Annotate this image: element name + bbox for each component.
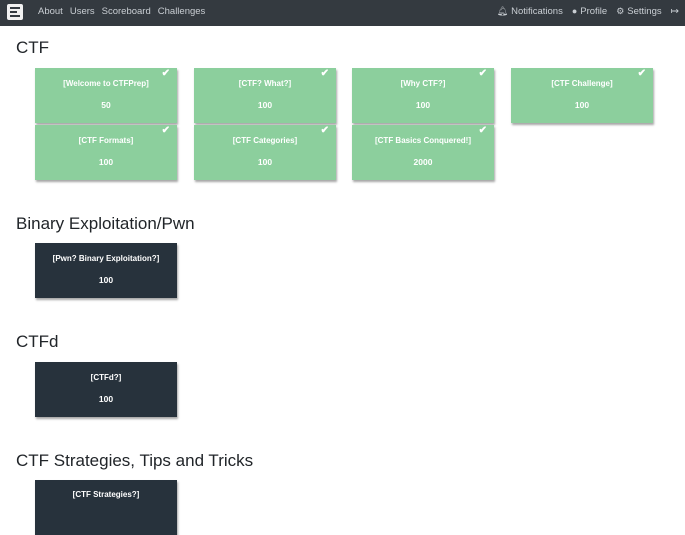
challenge-value: 100	[98, 394, 114, 404]
challenge-tile[interactable]: ✔ [CTF Challenge] 100	[511, 68, 653, 123]
section-title-strategies: CTF Strategies, Tips and Tricks	[16, 451, 254, 470]
challenge-name: [CTF Strategies?]	[72, 490, 140, 499]
check-icon: ✔	[161, 68, 170, 79]
ctfd-logo-icon[interactable]	[7, 4, 23, 20]
challenge-tile[interactable]: ✔ [CTF Formats] 100	[35, 125, 177, 180]
gears-icon: ⚙	[616, 5, 625, 16]
nav-link-about[interactable]: About	[38, 6, 63, 17]
section-title-pwn: Binary Exploitation/Pwn	[16, 214, 195, 233]
challenge-value: 100	[415, 100, 431, 110]
nav-link-challenges[interactable]: Challenges	[158, 6, 206, 17]
challenge-value: 100	[257, 100, 273, 110]
challenge-value: 2000	[413, 157, 433, 167]
check-icon: ✔	[478, 68, 487, 79]
challenge-name: [CTF Challenge]	[551, 79, 613, 88]
nav-link-users[interactable]: Users	[70, 6, 95, 17]
challenge-tile[interactable]: ✔ [CTF Categories] 100	[194, 125, 336, 180]
challenge-name: [CTF? What?]	[238, 79, 292, 88]
challenge-name: [Pwn? Binary Exploitation?]	[52, 254, 160, 263]
nav-links: About Users Scoreboard Challenges	[38, 0, 212, 22]
challenge-tile[interactable]: ✔ [Why CTF?] 100	[352, 68, 494, 123]
check-icon: ✔	[320, 68, 329, 79]
challenge-value: 50	[101, 100, 111, 110]
challenge-tile[interactable]: [CTF Strategies?]	[35, 480, 177, 535]
check-icon: ✔	[320, 125, 329, 136]
nav-link-scoreboard[interactable]: Scoreboard	[102, 6, 151, 17]
challenge-name: [CTF Basics Conquered!]	[374, 136, 471, 145]
check-icon: ✔	[478, 125, 487, 136]
nav-notifications-label: Notifications	[511, 5, 563, 17]
top-navbar: About Users Scoreboard Challenges 🔔︎ Not…	[0, 0, 685, 26]
nav-settings[interactable]: ⚙ Settings	[616, 6, 661, 17]
nav-settings-label: Settings	[627, 5, 662, 17]
nav-right: 🔔︎ Notifications ● Profile ⚙ Settings ↦	[488, 0, 679, 22]
section-title-ctf: CTF	[16, 38, 50, 57]
challenge-value: 100	[574, 100, 590, 110]
challenge-tile[interactable]: [CTFd?] 100	[35, 362, 177, 417]
challenge-value: 100	[257, 157, 273, 167]
challenge-tile[interactable]: [Pwn? Binary Exploitation?] 100	[35, 243, 177, 298]
challenge-tile[interactable]: ✔ [Welcome to CTFPrep] 50	[35, 68, 177, 123]
challenge-name: [Welcome to CTFPrep]	[63, 79, 149, 88]
challenge-name: [CTF Formats]	[78, 136, 134, 145]
nav-profile[interactable]: ● Profile	[572, 6, 607, 17]
challenge-tile[interactable]: ✔ [CTF Basics Conquered!] 2000	[352, 125, 494, 180]
challenge-value: 100	[98, 157, 114, 167]
user-circle-icon: ●	[571, 5, 578, 16]
sign-out-icon[interactable]: ↦	[671, 6, 679, 17]
challenge-name: [CTF Categories]	[232, 136, 298, 145]
challenge-tile[interactable]: ✔ [CTF? What?] 100	[194, 68, 336, 123]
challenge-name: [CTFd?]	[90, 373, 122, 382]
challenge-name: [Why CTF?]	[400, 79, 446, 88]
challenge-value: 100	[98, 275, 114, 285]
nav-profile-label: Profile	[580, 5, 608, 17]
section-title-ctfd: CTFd	[16, 332, 59, 351]
bell-icon: 🔔︎	[496, 5, 509, 16]
check-icon: ✔	[637, 68, 646, 79]
nav-notifications[interactable]: 🔔︎ Notifications	[497, 6, 563, 17]
check-icon: ✔	[161, 125, 170, 136]
